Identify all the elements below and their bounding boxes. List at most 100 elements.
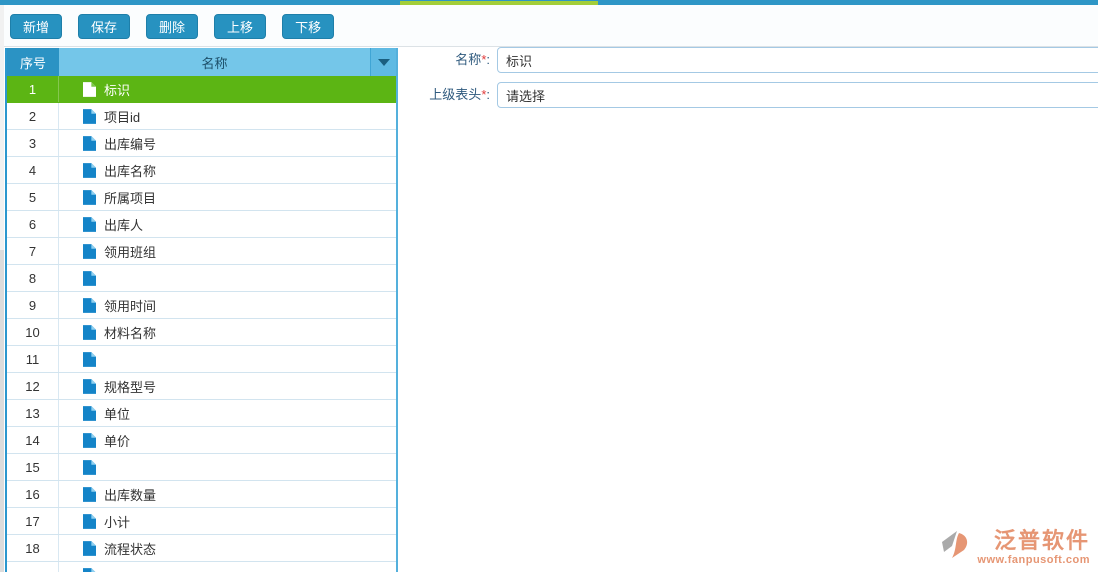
row-seq: 17 <box>7 508 59 534</box>
row-seq: 13 <box>7 400 59 426</box>
table-row[interactable]: 18 流程状态 <box>7 535 396 562</box>
row-name-cell <box>59 454 396 480</box>
row-seq: 5 <box>7 184 59 210</box>
row-seq <box>7 562 59 572</box>
table-row[interactable]: 9 领用时间 <box>7 292 396 319</box>
table-row[interactable]: 4 出库名称 <box>7 157 396 184</box>
row-seq: 18 <box>7 535 59 561</box>
row-seq: 10 <box>7 319 59 345</box>
add-button[interactable]: 新增 <box>10 14 63 39</box>
table-row[interactable]: 7 领用班组 <box>7 238 396 265</box>
table-row[interactable]: 6 出库人 <box>7 211 396 238</box>
table-row[interactable]: 14 单价 <box>7 427 396 454</box>
row-name-cell: 单价 <box>59 427 396 453</box>
row-name-cell: 领用时间 <box>59 292 396 318</box>
column-menu-button[interactable] <box>370 48 396 76</box>
row-name-cell: 材料名称 <box>59 319 396 345</box>
field-list-table: 序号 名称 1 标识 2 项目id 3 出库编号 4 出库名称 5 所属项目 6… <box>5 48 398 572</box>
document-icon <box>83 324 96 340</box>
row-name-cell: 流程状态 <box>59 535 396 561</box>
row-name-label: 项目id <box>104 109 141 125</box>
move-down-button[interactable]: 下移 <box>282 14 335 39</box>
delete-button[interactable]: 删除 <box>146 14 199 39</box>
table-row[interactable] <box>7 562 396 572</box>
column-header-seq: 序号 <box>7 48 59 76</box>
document-icon <box>83 351 96 367</box>
row-name-label: 单位 <box>104 406 131 422</box>
row-name-label: 规格型号 <box>104 379 157 395</box>
fanpu-logo-icon <box>942 531 968 558</box>
row-seq: 6 <box>7 211 59 237</box>
table-row[interactable]: 12 规格型号 <box>7 373 396 400</box>
row-name-label: 出库人 <box>104 217 144 233</box>
left-splitter-handle[interactable] <box>0 250 4 572</box>
row-name-cell: 领用班组 <box>59 238 396 264</box>
row-seq: 1 <box>7 76 59 102</box>
form-row-parent-header: 上级表头*: <box>400 81 1098 109</box>
row-name-label: 出库名称 <box>104 163 157 179</box>
row-seq: 16 <box>7 481 59 507</box>
row-seq: 15 <box>7 454 59 480</box>
toolbar: 新增 保存 删除 上移 下移 <box>0 5 1098 47</box>
row-seq: 11 <box>7 346 59 372</box>
chevron-down-icon <box>377 58 390 66</box>
document-icon <box>83 162 96 178</box>
document-icon <box>83 216 96 232</box>
table-row[interactable]: 3 出库编号 <box>7 130 396 157</box>
document-icon <box>83 513 96 529</box>
table-header-row: 序号 名称 <box>7 48 396 76</box>
row-name-cell: 规格型号 <box>59 373 396 399</box>
table-row[interactable]: 11 <box>7 346 396 373</box>
parent-header-select[interactable] <box>497 82 1098 108</box>
row-name-cell <box>59 346 396 372</box>
row-seq: 9 <box>7 292 59 318</box>
name-input[interactable] <box>497 47 1098 73</box>
document-icon <box>83 486 96 502</box>
vendor-watermark: 泛普软件 www.fanpusoft.com <box>939 528 1090 566</box>
document-icon <box>83 378 96 394</box>
save-button[interactable]: 保存 <box>78 14 131 39</box>
move-up-button[interactable]: 上移 <box>214 14 267 39</box>
row-name-cell: 出库编号 <box>59 130 396 156</box>
table-row[interactable]: 16 出库数量 <box>7 481 396 508</box>
table-row[interactable]: 10 材料名称 <box>7 319 396 346</box>
table-row[interactable]: 8 <box>7 265 396 292</box>
document-icon <box>83 243 96 259</box>
table-body: 1 标识 2 项目id 3 出库编号 4 出库名称 5 所属项目 6 出库人 7… <box>7 76 396 572</box>
row-name-label: 出库编号 <box>104 136 157 152</box>
row-name-cell: 单位 <box>59 400 396 426</box>
row-name-label: 出库数量 <box>104 487 157 503</box>
row-name-label: 领用班组 <box>104 244 157 260</box>
table-row[interactable]: 2 项目id <box>7 103 396 130</box>
form-row-name: 名称*: <box>400 46 1098 74</box>
left-splitter[interactable] <box>0 5 4 572</box>
table-row[interactable]: 17 小计 <box>7 508 396 535</box>
name-field-label: 名称*: <box>455 52 490 67</box>
parent-header-field-label: 上级表头*: <box>429 87 490 102</box>
document-icon <box>83 432 96 448</box>
table-row[interactable]: 5 所属项目 <box>7 184 396 211</box>
row-name-cell: 小计 <box>59 508 396 534</box>
row-seq: 7 <box>7 238 59 264</box>
table-row[interactable]: 1 标识 <box>7 76 396 103</box>
row-name-cell: 所属项目 <box>59 184 396 210</box>
document-icon <box>83 189 96 205</box>
row-name-cell <box>59 265 396 291</box>
row-seq: 12 <box>7 373 59 399</box>
document-icon <box>83 405 96 421</box>
row-name-cell: 出库名称 <box>59 157 396 183</box>
row-name-label: 标识 <box>104 82 131 98</box>
document-icon <box>83 135 96 151</box>
table-row[interactable]: 13 单位 <box>7 400 396 427</box>
vendor-name: 泛普软件 <box>993 528 1090 553</box>
document-icon <box>83 270 96 286</box>
row-name-cell: 项目id <box>59 103 396 129</box>
row-name-label: 领用时间 <box>104 298 157 314</box>
table-row[interactable]: 15 <box>7 454 396 481</box>
row-name-label: 小计 <box>104 514 131 530</box>
row-name-cell <box>59 562 396 572</box>
row-seq: 3 <box>7 130 59 156</box>
row-seq: 2 <box>7 103 59 129</box>
document-icon <box>83 81 96 97</box>
document-icon <box>83 297 96 313</box>
